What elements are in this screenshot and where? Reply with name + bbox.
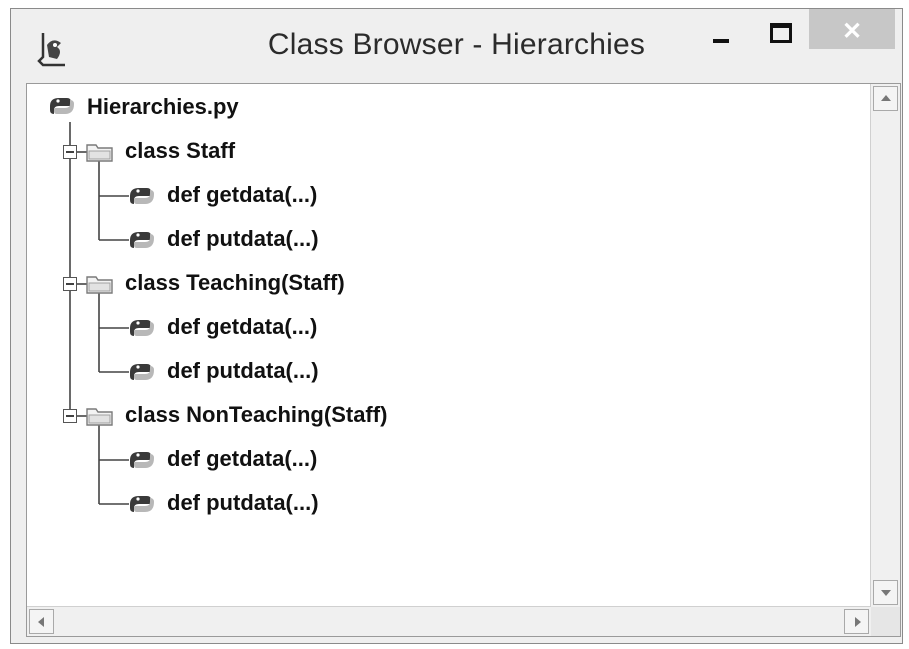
class-tree: Hierarchies.py class Staff def getdata(...…: [27, 84, 870, 606]
node-label: class NonTeaching(Staff): [125, 402, 388, 427]
tree-class-node[interactable]: class Staff: [63, 134, 663, 170]
tree-method-node[interactable]: def getdata(...): [111, 442, 711, 478]
folder-icon: [86, 408, 113, 426]
scroll-down-button[interactable]: [873, 580, 898, 605]
tree-method-node[interactable]: def getdata(...): [111, 310, 711, 346]
class-tree-panel: Hierarchies.py class Staff def getdata(...…: [26, 83, 901, 637]
tree-class-node[interactable]: class Teaching(Staff): [63, 266, 663, 302]
tree-method-node[interactable]: def putdata(...): [111, 486, 711, 522]
node-label: def putdata(...): [167, 490, 319, 515]
class-browser-window: Class Browser - Hierarchies ✕ Hierarchie…: [10, 8, 903, 644]
node-label: def getdata(...): [167, 446, 318, 471]
node-label: class Teaching(Staff): [125, 270, 345, 295]
node-label: def putdata(...): [167, 226, 319, 251]
tree-method-node[interactable]: def putdata(...): [111, 354, 711, 390]
collapse-toggle-icon[interactable]: [63, 277, 77, 291]
scroll-up-button[interactable]: [873, 86, 898, 111]
python-function-icon: [130, 364, 154, 380]
collapse-toggle-icon[interactable]: [63, 409, 77, 423]
scroll-right-button[interactable]: [844, 609, 869, 634]
folder-icon: [86, 144, 113, 162]
node-label: def getdata(...): [167, 314, 318, 339]
minimize-button[interactable]: [693, 9, 749, 55]
tree-method-node[interactable]: def getdata(...): [111, 178, 711, 214]
tree-method-node[interactable]: def putdata(...): [111, 222, 711, 258]
tree-class-node[interactable]: class NonTeaching(Staff): [63, 398, 663, 434]
python-function-icon: [130, 452, 154, 468]
collapse-toggle-icon[interactable]: [63, 145, 77, 159]
close-button[interactable]: ✕: [809, 9, 895, 49]
folder-icon: [86, 276, 113, 294]
scroll-left-button[interactable]: [29, 609, 54, 634]
python-function-icon: [130, 320, 154, 336]
python-function-icon: [130, 496, 154, 512]
python-function-icon: [130, 232, 154, 248]
python-file-icon: [50, 98, 74, 114]
node-label: def getdata(...): [167, 182, 318, 207]
scrollbar-corner: [871, 607, 900, 636]
tree-root-node[interactable]: Hierarchies.py: [47, 90, 647, 126]
node-label: class Staff: [125, 138, 236, 163]
python-function-icon: [130, 188, 154, 204]
horizontal-scrollbar[interactable]: [27, 606, 871, 636]
title-bar[interactable]: Class Browser - Hierarchies ✕: [11, 9, 902, 85]
vertical-scrollbar[interactable]: [870, 84, 900, 607]
maximize-button[interactable]: [753, 9, 809, 55]
node-label: def putdata(...): [167, 358, 319, 383]
close-icon: ✕: [841, 18, 863, 45]
node-label: Hierarchies.py: [87, 94, 239, 119]
